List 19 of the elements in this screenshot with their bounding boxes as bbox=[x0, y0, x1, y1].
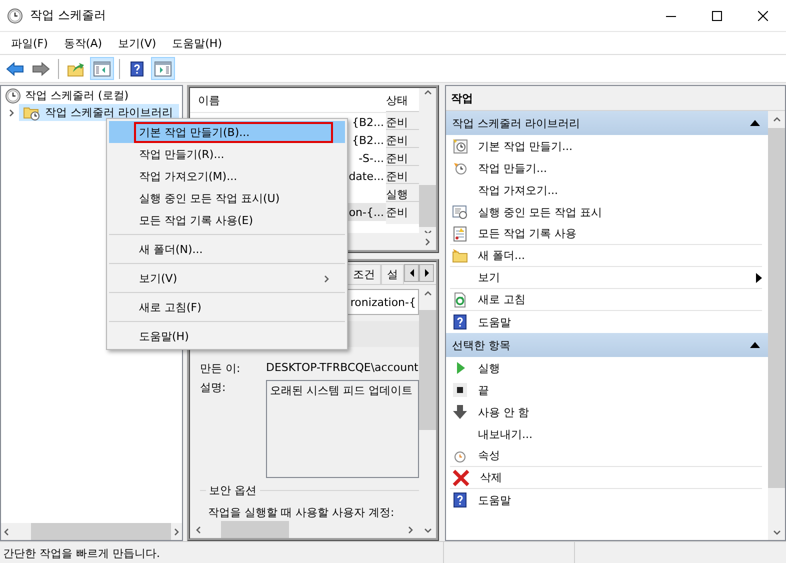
task-status: 실행 bbox=[386, 187, 408, 202]
account-prompt: 작업을 실행할 때 사용할 사용자 계정: bbox=[207, 505, 396, 520]
task-status: 준비 bbox=[386, 205, 408, 220]
window-title: 작업 스케줄러 bbox=[30, 7, 107, 24]
task-status: 준비 bbox=[386, 169, 408, 184]
task-status: 준비 bbox=[386, 151, 408, 166]
task-name: {B2... bbox=[352, 134, 384, 146]
field-label: 설명: bbox=[200, 380, 227, 395]
pane-title: 작업 bbox=[446, 86, 785, 111]
author-value: DESKTOP-TFRBCQE\account bbox=[266, 361, 418, 374]
status-text: 간단한 작업을 빠르게 만듭니다. bbox=[2, 546, 161, 560]
task-name: {B2... bbox=[352, 116, 384, 128]
task-status: 준비 bbox=[386, 115, 408, 130]
task-name: -S-... bbox=[358, 152, 384, 164]
task-status: 준비 bbox=[386, 133, 408, 148]
task-name: on-{... bbox=[348, 206, 384, 218]
field-label: 만든 이: bbox=[200, 361, 242, 376]
task-name: date... bbox=[348, 170, 384, 182]
group-title: 보안 옵션 bbox=[206, 483, 260, 498]
